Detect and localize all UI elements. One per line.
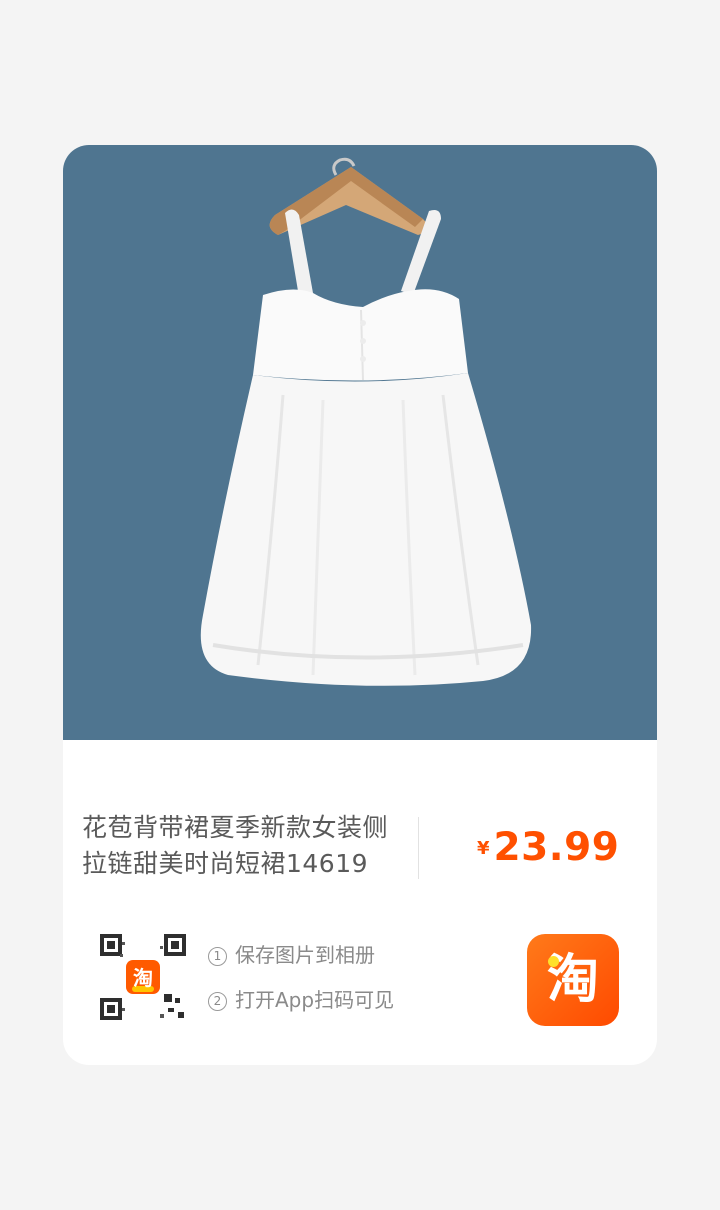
taobao-app-icon[interactable]: 淘: [527, 934, 619, 1026]
product-image[interactable]: [63, 145, 657, 740]
step-open-app: 2 打开App扫码可见: [208, 986, 394, 1014]
step-save-image: 1 保存图片到相册: [208, 941, 394, 969]
scan-instructions: 1 保存图片到相册 2 打开App扫码可见: [208, 941, 394, 1031]
price: ¥23.99: [477, 825, 619, 870]
step1-number: 1: [208, 947, 227, 966]
step1-label: 保存图片到相册: [235, 943, 375, 967]
dress-illustration: [200, 157, 532, 686]
step2-label: 打开App扫码可见: [235, 988, 395, 1012]
taobao-icon-dot: [548, 956, 559, 967]
qr-code-icon[interactable]: 淘: [98, 932, 190, 1024]
taobao-icon-glyph: 淘: [546, 950, 599, 1010]
product-title[interactable]: 花苞背带裙夏季新款女装侧拉链甜美时尚短裙14619: [82, 810, 412, 882]
currency-symbol: ¥: [477, 838, 490, 859]
divider: [418, 817, 419, 879]
price-amount: 23.99: [493, 825, 620, 870]
qr-badge-text: 淘: [133, 966, 153, 990]
product-share-card: 花苞背带裙夏季新款女装侧拉链甜美时尚短裙14619 ¥23.99 淘 1 保存图…: [63, 145, 657, 1065]
step2-number: 2: [208, 992, 227, 1011]
